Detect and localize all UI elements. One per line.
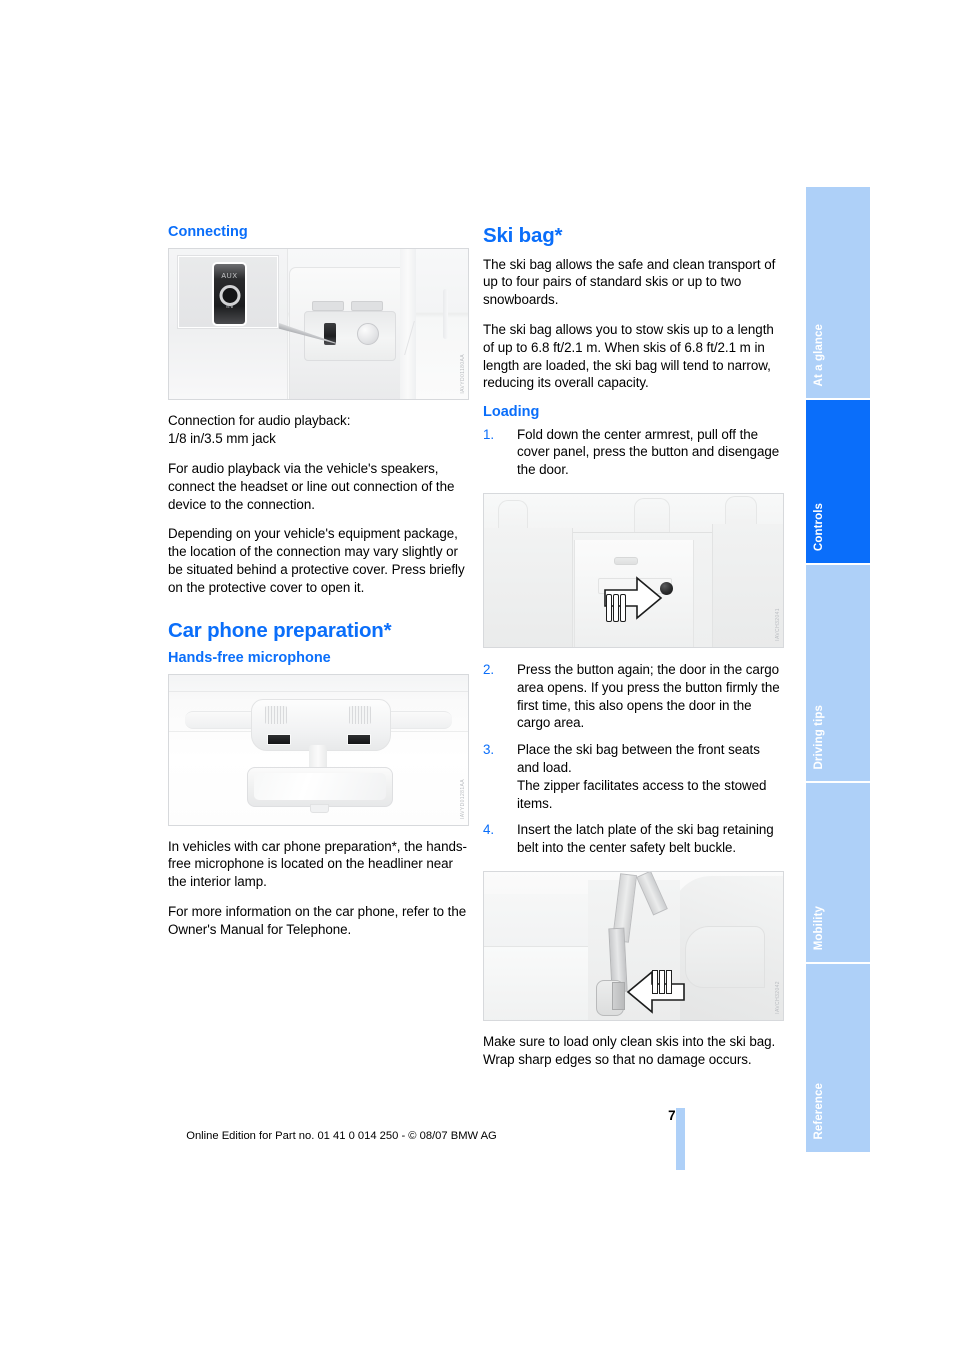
step-number: 4. [483, 822, 495, 838]
sidebar-item-reference[interactable]: Reference [806, 964, 870, 1152]
tab-label: Controls [813, 502, 825, 551]
step-text: Press the button again; the door in the … [517, 661, 780, 731]
tray-slot-right [351, 301, 383, 312]
figure-armrest-door: IAVCH32041 [483, 492, 784, 648]
tray-slot-left [312, 301, 344, 312]
heading-hands-free-microphone: Hands-free microphone [168, 650, 331, 667]
seat-backrest-right [712, 523, 783, 647]
microphone-left [267, 733, 291, 745]
mirror-glass [254, 772, 386, 800]
chapter-tabs-sidebar: At a glance Controls Driving tips Mobili… [806, 187, 870, 1152]
cover-panel-latch [614, 556, 638, 565]
step-number: 2. [483, 661, 495, 677]
loading-steps-group-2: 2. Press the button again; the door in t… [483, 661, 784, 857]
sidebar-item-controls[interactable]: Controls [806, 400, 870, 565]
tab-label: Mobility [813, 905, 825, 950]
list-item: 1. Fold down the center armrest, pull of… [483, 426, 784, 479]
caption-line-1: Connection for audio playback: [168, 413, 351, 429]
ski-bag-fabric-fold [685, 925, 765, 988]
paragraph-clean-skis-note: Make sure to load only clean skis into t… [483, 1033, 776, 1067]
heading-loading: Loading [483, 404, 540, 421]
figure-code-microphone: IAVYD01281AA [460, 778, 466, 819]
microphone-right [347, 733, 371, 745]
figure-ski-bag-belt-buckle: IAVCH32042 [483, 870, 784, 1021]
console-pillar-secondary [443, 289, 448, 340]
caption-line-2: 1/8 in/3.5 mm jack [168, 431, 276, 447]
hand-stripes-icon [652, 969, 676, 994]
page-number: 75 [0, 1108, 683, 1123]
paragraph-ski-bag-capacity: The ski bag allows the safe and clean tr… [483, 256, 776, 308]
headrest-center [634, 497, 670, 533]
step-text: Insert the latch plate of the ski bag re… [517, 822, 774, 856]
roof-line-upper [169, 690, 468, 692]
rearview-mirror [247, 766, 393, 807]
heading-connecting: Connecting [168, 224, 248, 240]
lamp-grille-right [349, 705, 371, 724]
lamp-grille-left [265, 705, 287, 724]
step-text: Fold down the center armrest, pull off t… [517, 426, 780, 478]
aux-device-detail: AUX IN [212, 262, 247, 327]
figure-hands-free-microphone: IAVYD01281AA [168, 673, 469, 826]
figure-code-door: IAVCH32041 [775, 608, 781, 641]
step-number: 1. [483, 426, 495, 442]
paragraph-owners-manual-reference: For more information on the car phone, r… [168, 903, 467, 937]
list-item: 2. Press the button again; the door in t… [483, 661, 784, 732]
paragraph-ski-bag-length: The ski bag allows you to stow skis up t… [483, 321, 774, 391]
aux-detail-callout: AUX IN [178, 256, 278, 329]
heading-ski-bag: Ski bag* [483, 224, 563, 247]
sidebar-item-driving-tips[interactable]: Driving tips [806, 565, 870, 783]
paragraph-microphone-location: In vehicles with car phone preparation*,… [168, 838, 467, 890]
figure-code-belt: IAVCH32042 [775, 981, 781, 1014]
step-text: Place the ski bag between the front seat… [517, 742, 767, 811]
figure-aux-in-connection: AUX IN IAVYD01180AA [168, 248, 469, 401]
tab-label: Reference [813, 1083, 825, 1140]
heading-car-phone-preparation: Car phone preparation* [168, 618, 392, 642]
step-number: 3. [483, 742, 495, 758]
tab-label: At a glance [813, 323, 825, 386]
cargo-scene-background [484, 493, 783, 647]
aux-label: AUX [221, 273, 238, 281]
footer-accent-bar [676, 1108, 685, 1170]
aux-scene-background: AUX IN [169, 249, 468, 400]
caption-audio-playback: Connection for audio playback: 1/8 in/3.… [168, 412, 469, 448]
paragraph-audio-playback: For audio playback via the vehicle's spe… [168, 460, 455, 512]
figure-code-aux: IAVYD01180AA [460, 353, 466, 394]
left-column: Connecting AUX IN IAVYD01180AA Connectio… [168, 224, 469, 939]
footer-imprint: Online Edition for Part no. 01 41 0 014 … [186, 1130, 497, 1142]
loading-steps-group-1: 1. Fold down the center armrest, pull of… [483, 426, 784, 479]
sidebar-item-at-a-glance[interactable]: At a glance [806, 187, 870, 400]
tab-label: Driving tips [813, 704, 825, 769]
headliner-wing-left [185, 710, 257, 729]
right-column: Ski bag* The ski bag allows the safe and… [483, 224, 784, 1068]
rear-seat-cushion [484, 945, 588, 1020]
storage-tray [304, 311, 396, 362]
seat-backrest-left [484, 527, 573, 647]
headliner-background [169, 674, 468, 825]
hand-stripes-icon [606, 593, 628, 622]
document-page: Connecting AUX IN IAVYD01180AA Connectio… [0, 0, 954, 1350]
list-item: 4. Insert the latch plate of the ski bag… [483, 821, 784, 857]
mirror-tab [310, 803, 329, 813]
paragraph-equipment-package: Depending on your vehicle's equipment pa… [168, 526, 465, 595]
belt-scene-background [484, 871, 783, 1020]
in-label: IN [226, 303, 233, 311]
list-item: 3. Place the ski bag between the front s… [483, 741, 784, 812]
sidebar-item-mobility[interactable]: Mobility [806, 783, 870, 964]
